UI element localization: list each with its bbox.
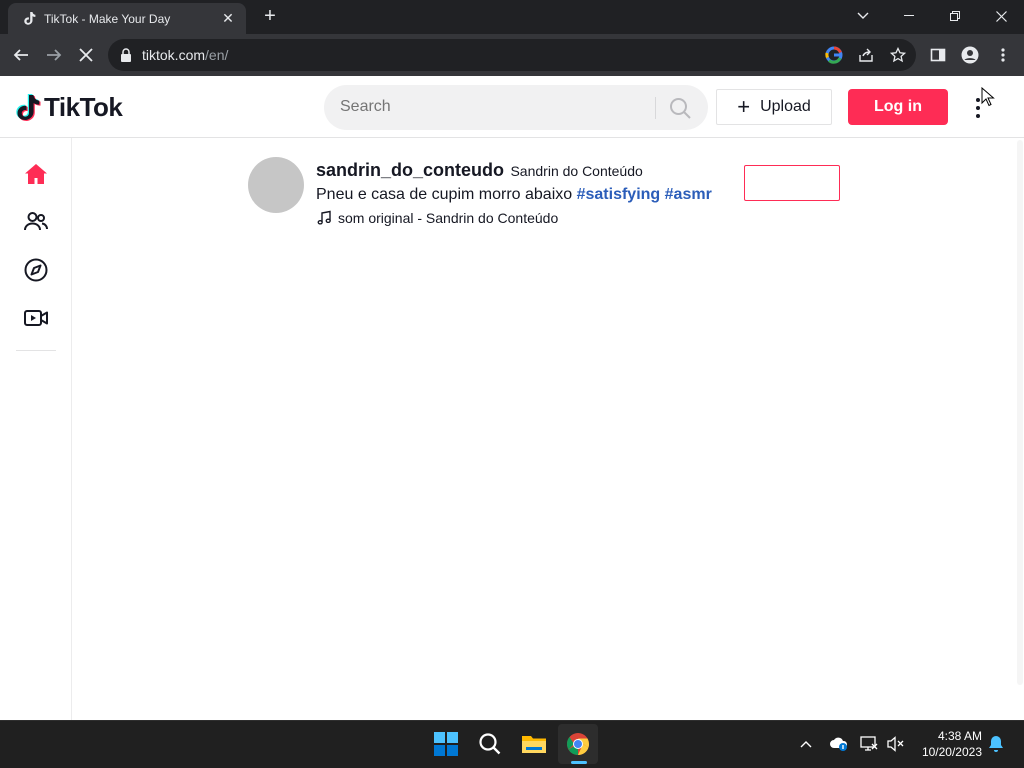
active-app-indicator: [571, 761, 587, 764]
network-icon[interactable]: [859, 734, 879, 754]
browser-tabstrip: TikTok - Make Your Day ✕ +: [0, 0, 1024, 34]
url-host: tiktok.com: [142, 47, 206, 63]
folder-icon: [522, 736, 546, 753]
restore-button[interactable]: [932, 0, 978, 32]
side-panel-icon[interactable]: [925, 42, 951, 68]
back-button[interactable]: [8, 42, 34, 68]
music-title: som original - Sandrin do Conteúdo: [338, 210, 559, 226]
close-window-button[interactable]: [978, 0, 1024, 32]
taskbar-clock[interactable]: 4:38 AM 10/20/2023: [914, 728, 982, 760]
compass-icon: [24, 258, 48, 282]
logo-text: TikTok: [44, 92, 123, 122]
address-bar[interactable]: [108, 39, 916, 71]
stop-loading-button[interactable]: [73, 42, 99, 68]
mouse-cursor-icon: [981, 87, 995, 107]
new-tab-button[interactable]: +: [258, 6, 282, 28]
start-button[interactable]: [426, 724, 466, 764]
chrome-taskbar-button[interactable]: [558, 724, 598, 764]
windows-logo-icon: [434, 732, 458, 756]
google-lens-icon[interactable]: [821, 42, 847, 68]
profile-icon[interactable]: [957, 42, 983, 68]
tiktok-logo[interactable]: TikTok: [16, 92, 123, 123]
sidebar: [0, 138, 72, 720]
tiktok-note-logo-icon: [16, 93, 41, 121]
description-text: Pneu e casa de cupim morro abaixo: [316, 186, 573, 203]
username[interactable]: sandrin_do_conteudo: [316, 160, 504, 180]
forward-button[interactable]: [41, 42, 67, 68]
clock-date: 10/20/2023: [921, 745, 982, 759]
show-hidden-icons-icon[interactable]: [796, 734, 816, 754]
sidebar-item-explore[interactable]: [20, 254, 52, 286]
file-explorer-button[interactable]: [514, 724, 554, 764]
live-camera-icon: [24, 310, 48, 326]
video-description: Pneu e casa de cupim morro abaixo #satis…: [316, 186, 712, 204]
tab-close-icon[interactable]: ✕: [220, 10, 236, 27]
search-divider: [655, 97, 656, 119]
url-text[interactable]: tiktok.com/en/: [142, 47, 228, 63]
hashtag-link[interactable]: #satisfying: [577, 186, 661, 203]
share-icon[interactable]: [853, 42, 879, 68]
home-icon: [25, 164, 47, 184]
hashtag-link[interactable]: #asmr: [665, 186, 712, 203]
sidebar-item-following[interactable]: [20, 206, 52, 238]
plus-icon: +: [737, 94, 751, 119]
search-bar[interactable]: [324, 85, 708, 130]
music-link[interactable]: som original - Sandrin do Conteúdo: [316, 210, 558, 226]
browser-tab-active[interactable]: TikTok - Make Your Day ✕: [8, 3, 246, 34]
chrome-icon: [567, 733, 590, 756]
sidebar-divider: [16, 350, 56, 351]
volume-muted-icon[interactable]: [886, 734, 906, 754]
author-info[interactable]: sandrin_do_conteudo Sandrin do Conteúdo: [316, 160, 643, 181]
bookmark-star-icon[interactable]: [885, 42, 911, 68]
clock-time: 4:38 AM: [937, 729, 982, 743]
onedrive-icon[interactable]: [829, 734, 849, 754]
search-icon[interactable]: [668, 96, 692, 120]
tab-title: TikTok - Make Your Day: [44, 11, 171, 26]
chrome-menu-icon[interactable]: [990, 42, 1016, 68]
url-path: /en/: [205, 47, 229, 63]
search-icon: [479, 733, 501, 755]
notification-bell-icon[interactable]: [986, 734, 1006, 754]
nickname: Sandrin do Conteúdo: [510, 163, 643, 179]
minimize-button[interactable]: [886, 0, 932, 32]
upload-label: Upload: [760, 98, 811, 115]
login-button[interactable]: Log in: [848, 89, 948, 125]
people-icon: [24, 212, 48, 231]
lock-icon[interactable]: [120, 48, 132, 62]
tab-search-icon[interactable]: [840, 0, 886, 32]
avatar[interactable]: [248, 157, 304, 213]
upload-button[interactable]: + Upload: [716, 89, 832, 125]
music-note-icon: [317, 210, 331, 225]
sidebar-item-live[interactable]: [20, 302, 52, 334]
tiktok-favicon-icon: [22, 11, 38, 27]
follow-button[interactable]: [744, 165, 840, 201]
scrollbar-thumb[interactable]: [1017, 140, 1023, 685]
sidebar-item-home[interactable]: [20, 158, 52, 190]
search-input[interactable]: [340, 98, 640, 116]
taskbar-search-button[interactable]: [470, 724, 510, 764]
